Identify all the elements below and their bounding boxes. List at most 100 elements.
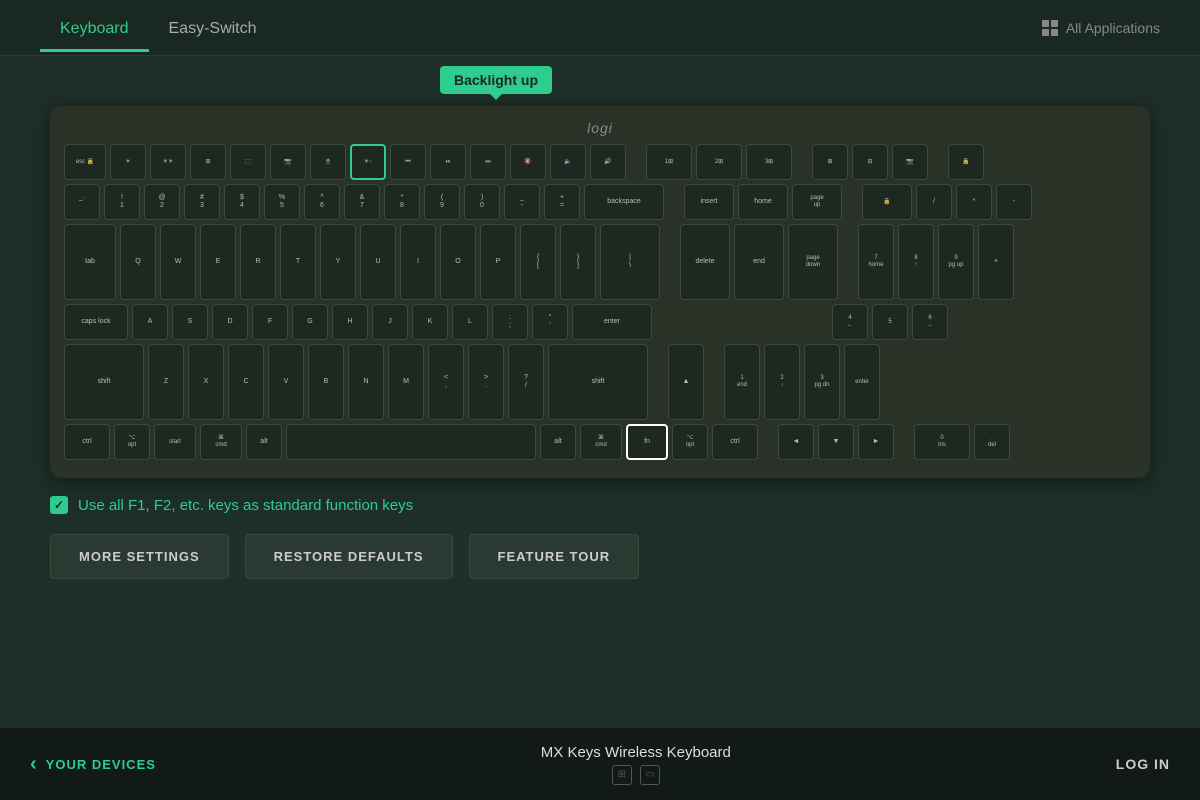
key-c[interactable]: C — [228, 344, 264, 420]
key-fn[interactable]: fn — [626, 424, 668, 460]
key-n[interactable]: N — [348, 344, 384, 420]
key-num7[interactable]: 7home — [858, 224, 894, 300]
key-f2[interactable]: ☀☀ — [150, 144, 186, 180]
key-0[interactable]: )0 — [464, 184, 500, 220]
key-esc[interactable]: esc 🔒 — [64, 144, 106, 180]
key-capslock[interactable]: caps lock — [64, 304, 128, 340]
key-num1[interactable]: 1end — [724, 344, 760, 420]
key-f6[interactable]: 🖱 — [310, 144, 346, 180]
key-9[interactable]: (9 — [424, 184, 460, 220]
key-semi[interactable]: :; — [492, 304, 528, 340]
key-rctrl[interactable]: ctrl — [712, 424, 758, 460]
key-num-slash[interactable]: / — [916, 184, 952, 220]
key-opt[interactable]: ⌥opt — [114, 424, 150, 460]
key-period[interactable]: >. — [468, 344, 504, 420]
key-w[interactable]: W — [160, 224, 196, 300]
key-num-asterisk[interactable]: * — [956, 184, 992, 220]
key-left[interactable]: ◄ — [778, 424, 814, 460]
key-num4[interactable]: 4← — [832, 304, 868, 340]
key-h[interactable]: H — [332, 304, 368, 340]
key-end[interactable]: end — [734, 224, 784, 300]
key-rshift[interactable]: shift — [548, 344, 648, 420]
key-f4[interactable]: ⬚ — [230, 144, 266, 180]
key-num-lock[interactable]: 🔒 — [862, 184, 912, 220]
key-plus[interactable]: += — [544, 184, 580, 220]
key-start[interactable]: start — [154, 424, 196, 460]
key-u[interactable]: U — [360, 224, 396, 300]
key-backspace[interactable]: backspace — [584, 184, 664, 220]
key-3[interactable]: #3 — [184, 184, 220, 220]
key-z[interactable]: Z — [148, 344, 184, 420]
key-f5[interactable]: 📷 — [270, 144, 306, 180]
restore-defaults-button[interactable]: RESTORE DEFAULTS — [245, 534, 453, 579]
key-cmd[interactable]: ⌘cmd — [200, 424, 242, 460]
key-home[interactable]: home — [738, 184, 788, 220]
key-x[interactable]: X — [188, 344, 224, 420]
key-minus[interactable]: _- — [504, 184, 540, 220]
key-tilde[interactable]: ~` — [64, 184, 100, 220]
tab-easyswitch[interactable]: Easy-Switch — [149, 4, 277, 52]
key-num5[interactable]: 5 — [872, 304, 908, 340]
key-pgup[interactable]: pageup — [792, 184, 842, 220]
key-up[interactable]: ▲ — [668, 344, 704, 420]
key-num6[interactable]: 6→ — [912, 304, 948, 340]
key-2[interactable]: @2 — [144, 184, 180, 220]
key-lbrace[interactable]: {[ — [520, 224, 556, 300]
key-6[interactable]: ^6 — [304, 184, 340, 220]
key-j[interactable]: J — [372, 304, 408, 340]
key-a[interactable]: A — [132, 304, 168, 340]
key-quote[interactable]: "' — [532, 304, 568, 340]
key-pgdn[interactable]: pagedown — [788, 224, 838, 300]
key-i[interactable]: I — [400, 224, 436, 300]
key-f1[interactable]: ☀ — [110, 144, 146, 180]
key-y[interactable]: Y — [320, 224, 356, 300]
key-dev3[interactable]: 3⊞ — [746, 144, 792, 180]
key-dev1[interactable]: 1⊞ — [646, 144, 692, 180]
key-k[interactable]: K — [412, 304, 448, 340]
key-space[interactable] — [286, 424, 536, 460]
key-lshift[interactable]: shift — [64, 344, 144, 420]
key-f[interactable]: F — [252, 304, 288, 340]
key-s[interactable]: S — [172, 304, 208, 340]
key-b[interactable]: B — [308, 344, 344, 420]
key-num-plus[interactable]: + — [978, 224, 1014, 300]
key-f10[interactable]: ⏭ — [470, 144, 506, 180]
key-slash[interactable]: ?/ — [508, 344, 544, 420]
key-backslash[interactable]: |\ — [600, 224, 660, 300]
key-rcmd[interactable]: ⌘cmd — [580, 424, 622, 460]
key-dev2[interactable]: 2⊞ — [696, 144, 742, 180]
key-o[interactable]: O — [440, 224, 476, 300]
key-f3[interactable]: ⊞ — [190, 144, 226, 180]
key-tab[interactable]: tab — [64, 224, 116, 300]
key-g[interactable]: G — [292, 304, 328, 340]
key-m[interactable]: M — [388, 344, 424, 420]
log-in-button[interactable]: LOG IN — [1116, 756, 1170, 772]
key-4[interactable]: $4 — [224, 184, 260, 220]
key-ins[interactable]: ⊞ — [812, 144, 848, 180]
key-lctrl[interactable]: ctrl — [64, 424, 110, 460]
more-settings-button[interactable]: MORE SETTINGS — [50, 534, 229, 579]
key-7[interactable]: &7 — [344, 184, 380, 220]
function-keys-checkbox[interactable]: ✓ — [50, 496, 68, 514]
key-num0[interactable]: 0ins — [914, 424, 970, 460]
key-v[interactable]: V — [268, 344, 304, 420]
key-1[interactable]: !1 — [104, 184, 140, 220]
key-del[interactable]: ⊟ — [852, 144, 888, 180]
key-down[interactable]: ▼ — [818, 424, 854, 460]
key-e[interactable]: E — [200, 224, 236, 300]
key-num2[interactable]: 2↓ — [764, 344, 800, 420]
key-p[interactable]: P — [480, 224, 516, 300]
key-r[interactable]: R — [240, 224, 276, 300]
tab-keyboard[interactable]: Keyboard — [40, 4, 149, 52]
key-num-minus[interactable]: - — [996, 184, 1032, 220]
key-num9[interactable]: 9pg up — [938, 224, 974, 300]
key-5[interactable]: %5 — [264, 184, 300, 220]
all-applications-button[interactable]: All Applications — [1042, 20, 1160, 36]
key-f12[interactable]: 🔈 — [550, 144, 586, 180]
key-q[interactable]: Q — [120, 224, 156, 300]
key-8[interactable]: *8 — [384, 184, 420, 220]
key-num8[interactable]: 8↑ — [898, 224, 934, 300]
key-right[interactable]: ► — [858, 424, 894, 460]
key-numdot[interactable]: .del — [974, 424, 1010, 460]
key-f7[interactable]: ☀↑ — [350, 144, 386, 180]
